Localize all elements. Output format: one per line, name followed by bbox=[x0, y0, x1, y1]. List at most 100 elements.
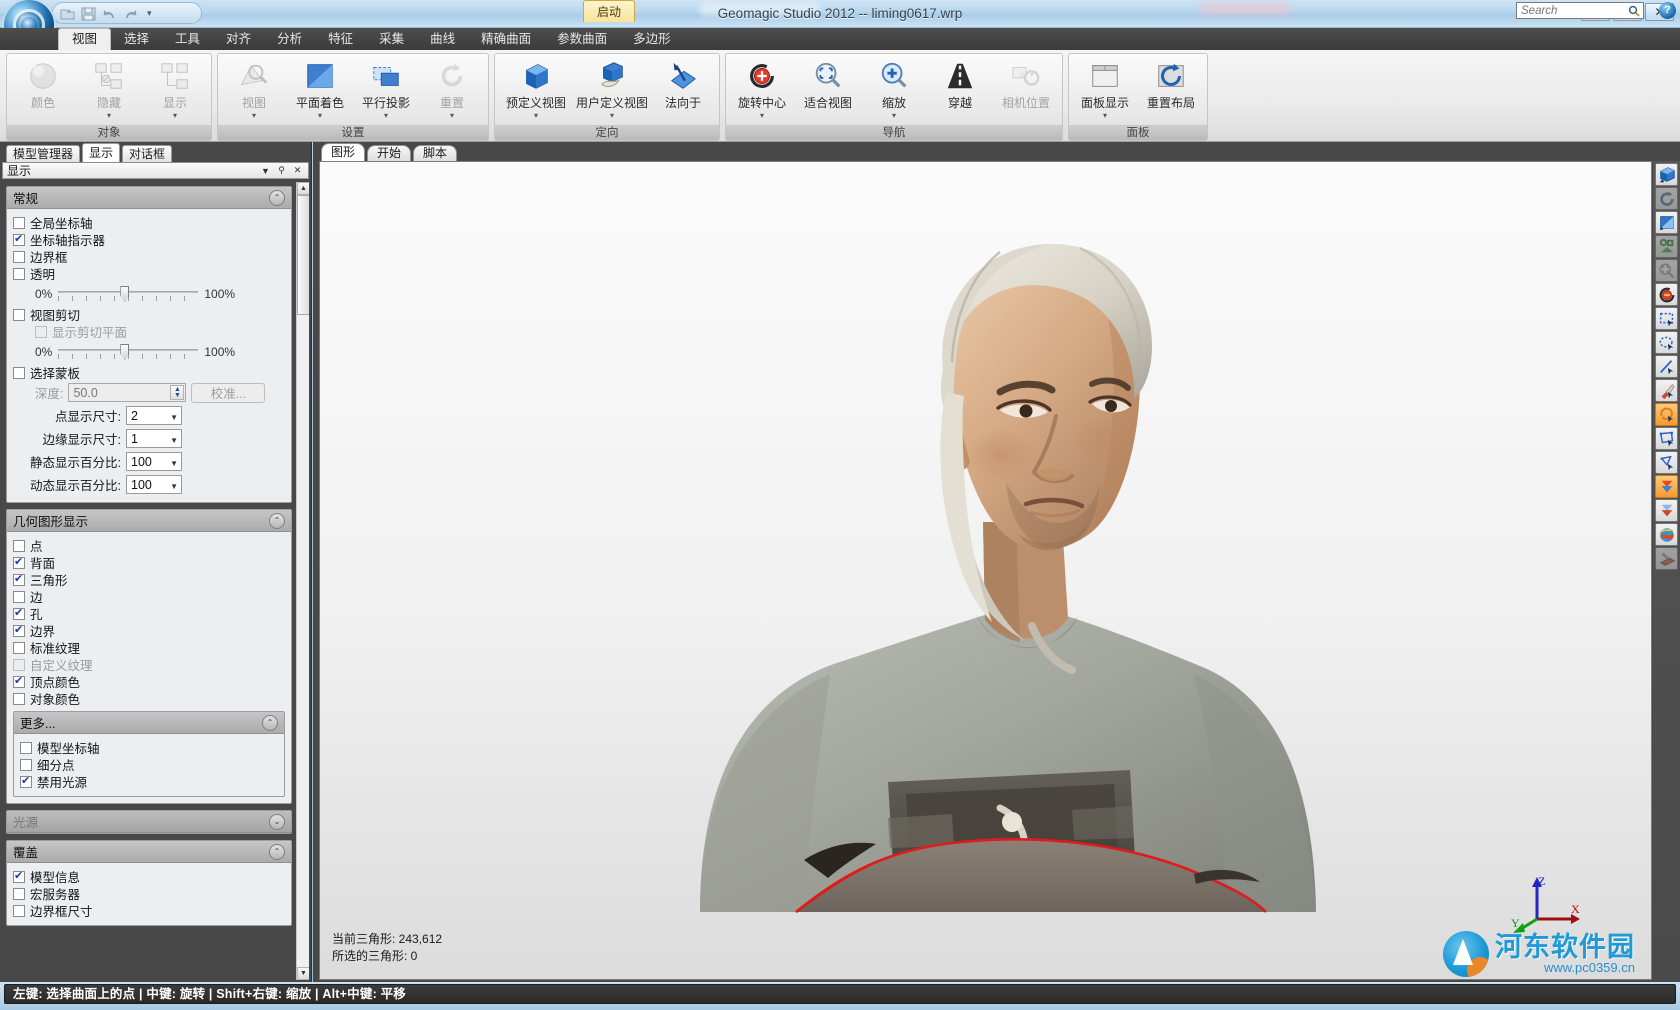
ribbon-button-隐藏[interactable]: 隐藏 ▾ bbox=[77, 57, 141, 120]
dropdown-arrow-icon[interactable]: ▾ bbox=[384, 112, 388, 120]
checkbox-row-对象颜色[interactable]: 对象颜色 bbox=[13, 690, 285, 707]
ribbon-tab-2[interactable]: 工具 bbox=[162, 29, 213, 50]
qat-caret-icon[interactable]: ▾ bbox=[147, 8, 152, 19]
auto-tab[interactable]: 启动 bbox=[583, 0, 635, 22]
section-chevron-icon[interactable]: ⌄ bbox=[269, 813, 285, 830]
chevron-down-icon[interactable]: ▼ bbox=[170, 482, 178, 491]
ribbon-tab-10[interactable]: 多边形 bbox=[620, 29, 684, 50]
chevron-down-icon[interactable]: ▼ bbox=[170, 413, 178, 422]
ribbon-tab-0[interactable]: 视图 bbox=[58, 28, 112, 50]
section-chevron-icon[interactable]: ⌃ bbox=[269, 843, 285, 860]
checkbox-row-边界[interactable]: 边界 bbox=[13, 622, 285, 639]
globe-select-icon[interactable] bbox=[1655, 523, 1678, 546]
dropdown-arrow-icon[interactable]: ▾ bbox=[173, 112, 177, 120]
ribbon-button-平行投影[interactable]: 平行投影 ▾ bbox=[354, 57, 418, 120]
checkbox-对象颜色[interactable] bbox=[13, 692, 25, 705]
dropdown-arrow-icon[interactable]: ▾ bbox=[760, 112, 764, 120]
panel-tab-0[interactable]: 模型管理器 bbox=[6, 145, 81, 162]
checkbox-边界框[interactable] bbox=[13, 250, 25, 263]
dropdown-arrow-icon[interactable]: ▾ bbox=[1103, 112, 1107, 120]
checkbox-row-标准纹理[interactable]: 标准纹理 bbox=[13, 639, 285, 656]
calibrate-button[interactable]: 校准... bbox=[191, 382, 266, 403]
dropdown-arrow-icon[interactable]: ▾ bbox=[252, 112, 256, 120]
checkbox-三角形[interactable] bbox=[13, 572, 25, 586]
ribbon-tab-7[interactable]: 曲线 bbox=[417, 29, 468, 50]
ribbon-tab-8[interactable]: 精确曲面 bbox=[468, 29, 544, 50]
checkbox-row-透明[interactable]: 透明 bbox=[13, 265, 285, 282]
save-icon[interactable] bbox=[80, 5, 97, 22]
search-input[interactable] bbox=[1517, 3, 1621, 19]
checkbox-选择蒙板[interactable] bbox=[13, 366, 25, 379]
rectangle-select-icon[interactable] bbox=[1655, 307, 1678, 330]
ribbon-button-适合视图[interactable]: 适合视图 bbox=[796, 57, 860, 111]
ribbon-button-缩放[interactable]: 缩放 ▾ bbox=[862, 57, 926, 120]
3d-canvas[interactable]: 当前三角形: 243,612 所选的三角形: 0 X Z Y 河东软件园 www… bbox=[319, 161, 1652, 980]
viewport-tab-2[interactable]: 脚本 bbox=[413, 145, 458, 161]
slider-track[interactable] bbox=[58, 343, 199, 361]
checkbox-点[interactable] bbox=[13, 539, 25, 552]
open-icon[interactable] bbox=[59, 5, 76, 22]
checkbox-模型坐标轴[interactable] bbox=[20, 741, 32, 754]
checkbox-细分点[interactable] bbox=[20, 758, 32, 771]
ribbon-button-视图[interactable]: 视图 ▾ bbox=[222, 57, 286, 120]
select-静态显示百分比:[interactable]: 100 ▼ bbox=[126, 452, 182, 471]
checkbox-row-坐标轴指示器[interactable]: 坐标轴指示器 bbox=[13, 231, 285, 248]
dropdown-arrow-icon[interactable]: ▾ bbox=[892, 112, 896, 120]
ribbon-button-显示[interactable]: 显示 ▾ bbox=[143, 57, 207, 120]
checkbox-边界框尺寸[interactable] bbox=[13, 904, 25, 917]
checkbox-禁用光源[interactable] bbox=[20, 774, 32, 788]
ribbon-tab-3[interactable]: 对齐 bbox=[213, 29, 264, 50]
section-chevron-icon[interactable]: ⌃ bbox=[269, 189, 285, 206]
checkbox-显示剪切平面[interactable] bbox=[35, 325, 47, 338]
viewport-tab-1[interactable]: 开始 bbox=[367, 145, 412, 161]
panel-pin-icon[interactable]: ⚲ bbox=[275, 164, 288, 177]
select-动态显示百分比:[interactable]: 100 ▼ bbox=[126, 475, 182, 494]
lasso-select-icon[interactable] bbox=[1655, 403, 1678, 426]
section-header-常规[interactable]: 常规 ⌃ bbox=[7, 187, 291, 209]
line-select-icon[interactable] bbox=[1655, 355, 1678, 378]
scroll-up-icon[interactable]: ▲ bbox=[297, 182, 309, 195]
plane-shade-icon[interactable] bbox=[1655, 211, 1678, 234]
ribbon-button-穿越[interactable]: 穿越 bbox=[928, 57, 992, 111]
checkbox-row-三角形[interactable]: 三角形 bbox=[13, 571, 285, 588]
checkbox-row-全局坐标轴[interactable]: 全局坐标轴 bbox=[13, 214, 285, 231]
dropdown-arrow-icon[interactable]: ▾ bbox=[534, 112, 538, 120]
checkbox-边界[interactable] bbox=[13, 623, 25, 637]
section-header-光源[interactable]: 光源 ⌄ bbox=[7, 811, 291, 833]
scroll-down-icon[interactable]: ▼ bbox=[297, 967, 309, 980]
ribbon-tab-5[interactable]: 特征 bbox=[315, 29, 366, 50]
ribbon-tab-6[interactable]: 采集 bbox=[366, 29, 417, 50]
panel-menu-icon[interactable]: ▼ bbox=[259, 164, 272, 177]
checkbox-row-禁用光源[interactable]: 禁用光源 bbox=[20, 773, 278, 790]
select-through-icon[interactable] bbox=[1655, 475, 1678, 498]
checkbox-透明[interactable] bbox=[13, 267, 25, 280]
checkbox-视图剪切[interactable] bbox=[13, 308, 25, 321]
ribbon-button-重置布局[interactable]: 重置布局 bbox=[1139, 57, 1203, 111]
select-visible-icon[interactable] bbox=[1655, 499, 1678, 522]
checkbox-row-自定义纹理[interactable]: 自定义纹理 bbox=[13, 656, 285, 673]
checkbox-row-宏服务器[interactable]: 宏服务器 bbox=[13, 885, 285, 902]
checkbox-row-背面[interactable]: 背面 bbox=[13, 554, 285, 571]
checkbox-背面[interactable] bbox=[13, 555, 25, 569]
slider-left_panel.sections.0.slider1[interactable]: 0% 100% bbox=[13, 282, 285, 306]
section-header-覆盖[interactable]: 覆盖 ⌃ bbox=[7, 841, 291, 863]
slider-left_panel.sections.0.slider2[interactable]: 0% 100% bbox=[13, 340, 285, 364]
ribbon-button-平面着色[interactable]: 平面着色 ▾ bbox=[288, 57, 352, 120]
redo-icon[interactable] bbox=[122, 5, 139, 22]
panel-scrollbar[interactable]: ▲ ▼ bbox=[296, 182, 309, 980]
select-边缘显示尺寸:[interactable]: 1 ▼ bbox=[126, 429, 182, 448]
chevron-down-icon[interactable]: ▼ bbox=[170, 459, 178, 468]
panel-tab-1[interactable]: 显示 bbox=[82, 143, 121, 162]
checkbox-row-视图剪切[interactable]: 视图剪切 bbox=[13, 306, 285, 323]
ribbon-tab-1[interactable]: 选择 bbox=[111, 29, 162, 50]
ribbon-button-用户定义视图[interactable]: 用户定义视图 ▾ bbox=[575, 57, 649, 120]
checkbox-全局坐标轴[interactable] bbox=[13, 216, 25, 229]
select-点显示尺寸:[interactable]: 2 ▼ bbox=[126, 406, 182, 425]
checkbox-row-边界框[interactable]: 边界框 bbox=[13, 248, 285, 265]
checkbox-孔[interactable] bbox=[13, 606, 25, 620]
viewport-tab-0[interactable]: 图形 bbox=[321, 143, 366, 161]
depth-field[interactable]: 50.0 ▲ ▼ bbox=[68, 383, 187, 402]
subsection-chevron-icon[interactable]: ⌃ bbox=[262, 714, 278, 731]
checkbox-row-选择蒙板[interactable]: 选择蒙板 bbox=[13, 364, 285, 381]
checkbox-边[interactable] bbox=[13, 590, 25, 603]
